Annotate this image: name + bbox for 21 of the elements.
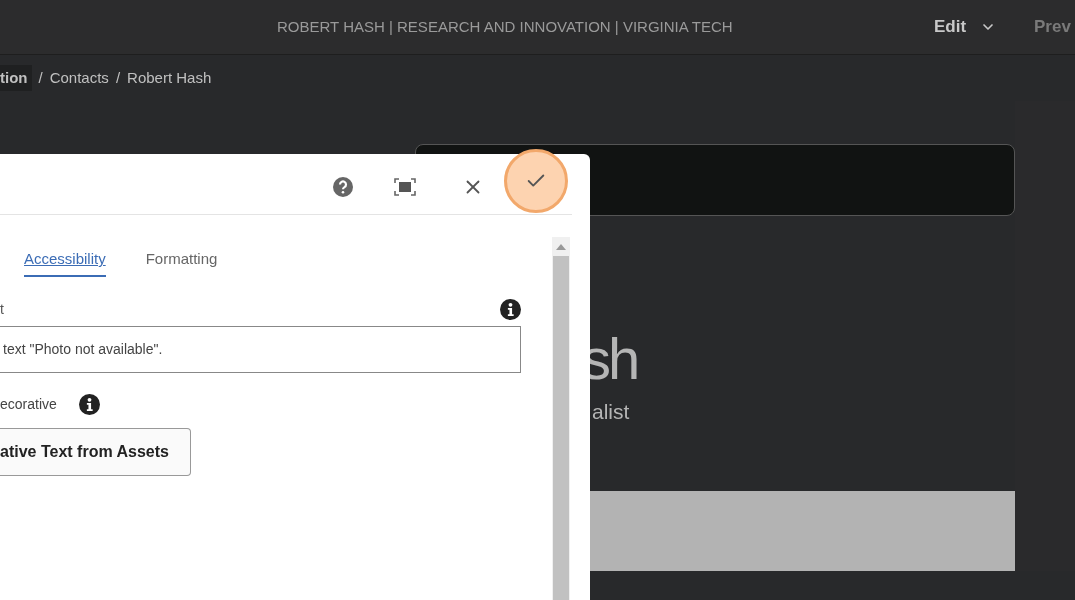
subtitle: alist xyxy=(592,399,631,425)
scroll-thumb[interactable] xyxy=(553,256,569,600)
page-title: ROBERT HASH | RESEARCH AND INNOVATION | VIRGINIA TECH xyxy=(277,16,733,37)
breadcrumb-separator: / xyxy=(115,67,121,88)
breadcrumb-link[interactable]: tion xyxy=(0,64,32,92)
tab[interactable]: Formatting xyxy=(145,248,218,277)
breadcrumb-separator: / xyxy=(38,67,43,88)
info-icon[interactable] xyxy=(500,298,521,320)
mode-menu[interactable]: Edit xyxy=(934,14,997,40)
field-label: t xyxy=(0,299,4,319)
breadcrumb-link[interactable]: Robert Hash xyxy=(127,66,212,90)
checkbox-label: ecorative xyxy=(0,394,57,414)
breadcrumb-link[interactable]: Contacts xyxy=(49,66,109,90)
scrollbar[interactable] xyxy=(552,237,570,600)
help-icon[interactable] xyxy=(333,177,353,197)
tab[interactable]: Accessibility xyxy=(24,248,106,277)
assets-button[interactable]: ative Text from Assets xyxy=(0,427,191,476)
fullscreen-icon[interactable] xyxy=(394,178,416,196)
alt-text-field[interactable]: text "Photo not available". xyxy=(0,325,521,373)
info-icon[interactable] xyxy=(78,393,100,415)
confirm-button[interactable] xyxy=(504,149,568,213)
